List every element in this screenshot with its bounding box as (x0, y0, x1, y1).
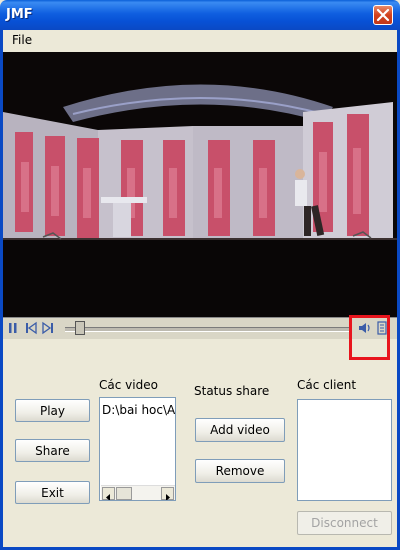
disconnect-button[interactable]: Disconnect (297, 511, 392, 535)
video-list-hscrollbar[interactable] (101, 485, 175, 500)
highlight-box (349, 315, 390, 360)
scroll-right-button[interactable] (161, 487, 174, 500)
close-button[interactable] (373, 5, 393, 25)
menu-file[interactable]: File (9, 32, 35, 48)
scroll-left-button[interactable] (102, 487, 115, 500)
videos-label: Các video (99, 378, 158, 392)
add-video-button[interactable]: Add video (195, 418, 285, 442)
client-list[interactable] (297, 399, 392, 501)
pause-icon[interactable] (6, 321, 20, 335)
play-button[interactable]: Play (15, 399, 90, 422)
media-control-bar (3, 317, 397, 339)
video-frame-image (3, 52, 397, 317)
video-list[interactable]: D:\bai hoc\A H (99, 397, 176, 501)
scroll-thumb[interactable] (116, 487, 132, 500)
share-button[interactable]: Share (15, 439, 90, 462)
menu-bar: File (3, 30, 397, 51)
exit-button[interactable]: Exit (15, 481, 90, 504)
window-title: JMF (6, 7, 33, 22)
seek-slider-thumb[interactable] (75, 321, 85, 335)
title-bar (0, 0, 400, 30)
video-list-item[interactable]: D:\bai hoc\A H (102, 403, 175, 417)
arrow-left-icon (106, 494, 110, 500)
clients-label: Các client (297, 378, 357, 392)
remove-button[interactable]: Remove (195, 459, 285, 483)
close-icon (376, 8, 390, 22)
video-display (3, 52, 397, 317)
step-back-icon[interactable] (24, 321, 38, 335)
arrow-right-icon (166, 494, 170, 500)
step-forward-icon[interactable] (41, 321, 55, 335)
seek-slider-track[interactable] (65, 327, 349, 332)
status-share-label: Status share (194, 384, 270, 398)
